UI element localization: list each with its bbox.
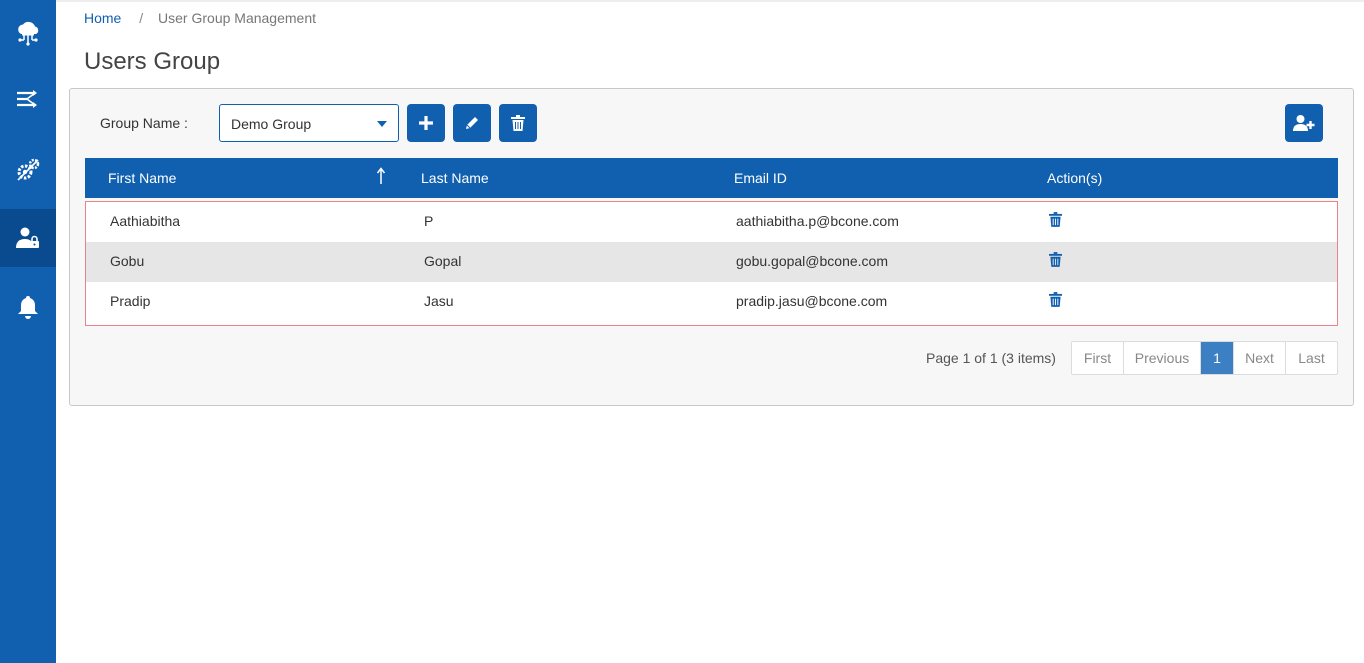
table-row: Pradip Jasu pradip.jasu@bcone.com bbox=[86, 282, 1337, 322]
user-plus-icon bbox=[1293, 115, 1315, 131]
cloud-network-icon bbox=[18, 21, 39, 46]
cell-first-name: Gobu bbox=[110, 253, 145, 269]
bell-icon bbox=[18, 296, 38, 319]
pagination: First Previous 1 Next Last bbox=[1071, 341, 1338, 375]
cell-last-name: P bbox=[424, 213, 434, 229]
trash-icon bbox=[511, 115, 525, 131]
group-name-select[interactable]: Demo Group bbox=[219, 104, 399, 142]
delete-user-icon[interactable] bbox=[1049, 292, 1062, 307]
group-name-label: Group Name : bbox=[100, 115, 188, 131]
cell-last-name: Jasu bbox=[424, 293, 454, 309]
cell-first-name: Aathiabitha bbox=[110, 213, 181, 229]
cell-email: gobu.gopal@bcone.com bbox=[736, 253, 888, 269]
pagination-previous-button[interactable]: Previous bbox=[1124, 342, 1201, 374]
top-divider bbox=[56, 0, 1364, 2]
sidebar-item-settings[interactable] bbox=[0, 141, 56, 199]
pagination-info: Page 1 of 1 (3 items) bbox=[926, 350, 1056, 366]
breadcrumb: Home / User Group Management bbox=[84, 10, 316, 26]
group-name-value: Demo Group bbox=[231, 116, 312, 132]
edit-group-button[interactable] bbox=[453, 104, 491, 142]
sidebar-item-transfer[interactable] bbox=[0, 70, 56, 128]
cell-email: aathiabitha.p@bcone.com bbox=[736, 213, 899, 229]
pagination-first-button[interactable]: First bbox=[1072, 342, 1124, 374]
delete-user-icon[interactable] bbox=[1049, 252, 1062, 267]
cell-last-name: Gopal bbox=[424, 253, 462, 269]
sidebar-item-notifications[interactable] bbox=[0, 278, 56, 336]
table-header: First Name Last Name Email ID Action(s) bbox=[85, 158, 1338, 198]
breadcrumb-separator: / bbox=[139, 10, 144, 26]
pagination-next-button[interactable]: Next bbox=[1234, 342, 1286, 374]
sidebar-item-user-management[interactable] bbox=[0, 209, 56, 267]
cell-email: pradip.jasu@bcone.com bbox=[736, 293, 888, 309]
delete-user-icon[interactable] bbox=[1049, 212, 1062, 227]
table-body: Aathiabitha P aathiabitha.p@bcone.com Go… bbox=[85, 201, 1338, 326]
column-header-first-name[interactable]: First Name bbox=[108, 170, 176, 186]
add-user-button[interactable] bbox=[1285, 104, 1323, 142]
column-header-actions: Action(s) bbox=[1047, 170, 1103, 186]
pencil-icon bbox=[466, 117, 478, 129]
breadcrumb-home-link[interactable]: Home bbox=[84, 10, 121, 26]
plus-icon bbox=[419, 116, 433, 130]
delete-group-button[interactable] bbox=[499, 104, 537, 142]
table-row: Gobu Gopal gobu.gopal@bcone.com bbox=[86, 242, 1337, 282]
page-title: Users Group bbox=[84, 48, 221, 75]
column-header-last-name[interactable]: Last Name bbox=[421, 170, 489, 186]
sidebar-item-cloud[interactable] bbox=[0, 4, 56, 62]
pagination-page-1[interactable]: 1 bbox=[1201, 342, 1234, 374]
add-group-button[interactable] bbox=[407, 104, 445, 142]
table-row: Aathiabitha P aathiabitha.p@bcone.com bbox=[86, 202, 1337, 242]
chevron-down-icon bbox=[377, 121, 387, 127]
transfer-arrows-icon bbox=[17, 90, 37, 108]
sort-ascending-icon[interactable] bbox=[376, 167, 386, 185]
sidebar bbox=[0, 0, 56, 663]
pagination-last-button[interactable]: Last bbox=[1286, 342, 1337, 374]
breadcrumb-current: User Group Management bbox=[158, 10, 316, 26]
column-header-email[interactable]: Email ID bbox=[734, 170, 787, 186]
settings-gears-icon bbox=[17, 158, 40, 181]
users-group-panel: Group Name : Demo Group First Name Last … bbox=[69, 88, 1354, 406]
cell-first-name: Pradip bbox=[110, 293, 151, 309]
user-lock-icon bbox=[16, 227, 39, 248]
